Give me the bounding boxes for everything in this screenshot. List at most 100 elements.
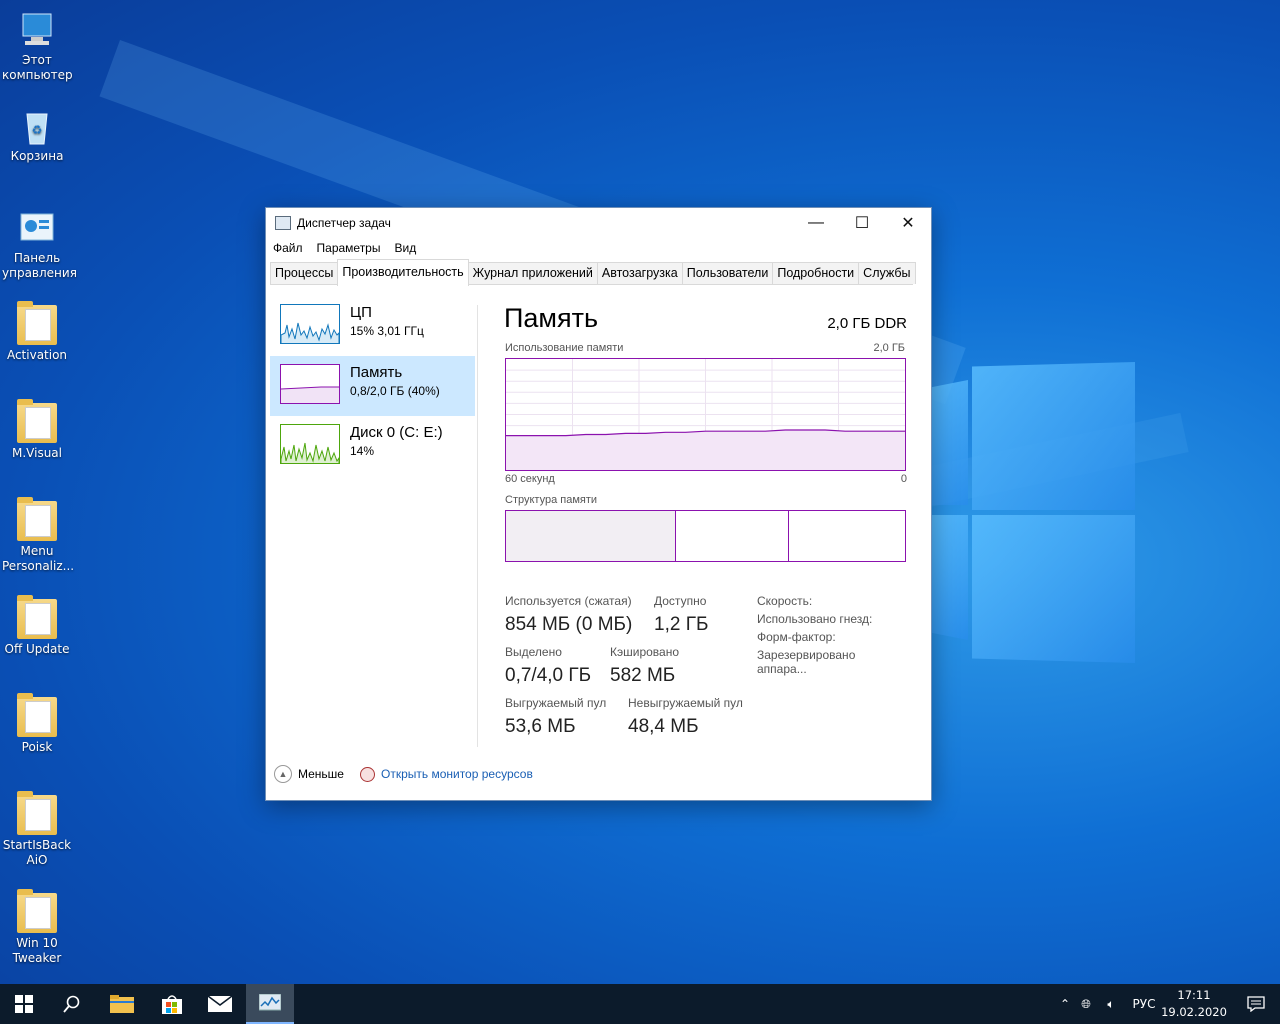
hardware-reserved-label: Зарезервировано аппара... bbox=[757, 648, 856, 676]
form-factor-label: Форм-фактор: bbox=[757, 630, 836, 644]
mail-button[interactable] bbox=[196, 984, 244, 1024]
window-footer: ▲ Меньше Открыть монитор ресурсов bbox=[274, 765, 533, 783]
in-use-label: Используется (сжатая) bbox=[505, 594, 632, 608]
tab-performance[interactable]: Производительность bbox=[337, 259, 469, 286]
close-button[interactable]: ✕ bbox=[885, 208, 931, 238]
folder-icon bbox=[110, 995, 134, 1013]
structure-in-use bbox=[506, 511, 676, 561]
slots-used-label: Использовано гнезд: bbox=[757, 612, 873, 626]
computer-icon bbox=[17, 10, 57, 50]
maximize-button[interactable]: ☐ bbox=[839, 208, 885, 238]
sidebar-item-cpu[interactable]: ЦП 15% 3,01 ГГц bbox=[270, 296, 475, 356]
svg-text:♻: ♻ bbox=[32, 123, 43, 137]
tab-bar: Процессы Производительность Журнал прило… bbox=[270, 259, 916, 286]
volume-icon[interactable]: 🔈︎ bbox=[1098, 997, 1124, 1012]
resource-monitor-icon bbox=[359, 766, 375, 782]
windows-logo-pane bbox=[930, 515, 968, 640]
memory-usage-chart bbox=[506, 359, 905, 470]
store-button[interactable] bbox=[148, 984, 196, 1024]
desktop-icon-label: Poisk bbox=[21, 740, 53, 754]
windows-start-icon bbox=[15, 995, 33, 1013]
start-button[interactable] bbox=[0, 984, 48, 1024]
nonpaged-pool-value: 48,4 МБ bbox=[628, 716, 699, 737]
desktop-icon-mvisual[interactable]: M.Visual bbox=[2, 399, 72, 461]
desktop-icon-label: M.Visual bbox=[12, 446, 62, 460]
task-manager-icon bbox=[259, 994, 281, 1011]
memory-value: 0,8/2,0 ГБ (40%) bbox=[350, 384, 440, 398]
notification-icon bbox=[1247, 996, 1265, 1012]
folder-icon bbox=[17, 791, 57, 835]
clock[interactable]: 17:11 19.02.2020 bbox=[1160, 987, 1228, 1021]
usage-graph-max: 2,0 ГБ bbox=[873, 342, 905, 354]
disk-thumbnail-graph bbox=[280, 424, 340, 464]
taskbar: ⌃ 🌐︎ 🔈︎ РУС 17:11 19.02.2020 bbox=[0, 984, 1280, 1024]
menu-view[interactable]: Вид bbox=[394, 241, 416, 255]
paged-pool-label: Выгружаемый пул bbox=[505, 696, 607, 710]
desktop-icon-label: StartIsBack AiO bbox=[2, 838, 72, 867]
task-manager-window: Диспетчер задач — ☐ ✕ Файл Параметры Вид… bbox=[265, 207, 932, 801]
memory-label: Память bbox=[350, 364, 403, 381]
chevron-up-icon[interactable]: ▲ bbox=[274, 765, 292, 783]
control-panel-icon bbox=[17, 208, 57, 248]
file-explorer-button[interactable] bbox=[98, 984, 146, 1024]
open-resource-monitor-link[interactable]: Открыть монитор ресурсов bbox=[381, 767, 533, 781]
memory-thumbnail-graph bbox=[280, 364, 340, 404]
tab-services[interactable]: Службы bbox=[858, 262, 916, 284]
desktop-icon-off-update[interactable]: Off Update bbox=[2, 595, 72, 657]
sidebar-item-disk[interactable]: Диск 0 (C: E:) 14% bbox=[270, 416, 475, 476]
chevron-up-icon[interactable]: ⌃ bbox=[1056, 997, 1074, 1011]
desktop-icon-label: Этот компьютер bbox=[2, 53, 73, 82]
cpu-value: 15% 3,01 ГГц bbox=[350, 324, 424, 338]
desktop-icon-win10-tweaker[interactable]: Win 10 Tweaker bbox=[2, 889, 72, 966]
desktop-icon-label: Off Update bbox=[4, 642, 70, 656]
desktop-icon-activation[interactable]: Activation bbox=[2, 301, 72, 363]
menu-bar: Файл Параметры Вид bbox=[266, 238, 931, 258]
language-indicator[interactable]: РУС bbox=[1124, 997, 1164, 1011]
menu-file[interactable]: Файл bbox=[273, 241, 303, 255]
notifications-button[interactable] bbox=[1232, 984, 1280, 1024]
sidebar-item-memory[interactable]: Память 0,8/2,0 ГБ (40%) bbox=[270, 356, 475, 416]
desktop-icon-poisk[interactable]: Poisk bbox=[2, 693, 72, 755]
desktop-icon-startisback[interactable]: StartIsBack AiO bbox=[2, 791, 72, 868]
memory-type: 2,0 ГБ DDR bbox=[827, 315, 907, 332]
clock-time: 17:11 bbox=[1177, 988, 1211, 1002]
search-icon bbox=[63, 995, 80, 1013]
search-button[interactable] bbox=[48, 984, 96, 1024]
system-tray: ⌃ 🌐︎ 🔈︎ РУС bbox=[1056, 984, 1164, 1024]
memory-usage-graph bbox=[505, 358, 906, 471]
menu-options[interactable]: Параметры bbox=[317, 241, 381, 255]
desktop-icon-menu-personalizer[interactable]: Menu Personaliz... bbox=[2, 497, 74, 574]
performance-sidebar: ЦП 15% 3,01 ГГц Память 0,8/2,0 ГБ (40%) … bbox=[270, 296, 475, 476]
desktop-icon-recycle-bin[interactable]: ♻ Корзина bbox=[2, 106, 72, 164]
cpu-label: ЦП bbox=[350, 304, 372, 321]
network-icon[interactable]: 🌐︎ bbox=[1074, 997, 1098, 1012]
committed-value: 0,7/4,0 ГБ bbox=[505, 665, 592, 686]
folder-icon bbox=[17, 497, 57, 541]
title-bar[interactable]: Диспетчер задач — ☐ ✕ bbox=[266, 208, 931, 238]
tab-startup[interactable]: Автозагрузка bbox=[596, 262, 683, 284]
desktop-icon-label: Activation bbox=[6, 348, 68, 362]
folder-icon bbox=[17, 301, 57, 345]
store-icon bbox=[162, 995, 182, 1014]
tab-processes[interactable]: Процессы bbox=[270, 262, 339, 284]
structure-label: Структура памяти bbox=[505, 494, 598, 506]
fewer-details-button[interactable]: Меньше bbox=[298, 767, 344, 781]
tab-app-history[interactable]: Журнал приложений bbox=[467, 262, 598, 284]
disk-value: 14% bbox=[350, 444, 375, 458]
tab-details[interactable]: Подробности bbox=[772, 262, 860, 284]
desktop-icon-label: Win 10 Tweaker bbox=[12, 936, 62, 965]
desktop-icon-this-pc[interactable]: Этот компьютер bbox=[2, 10, 73, 83]
cached-value: 582 МБ bbox=[610, 665, 676, 686]
available-value: 1,2 ГБ bbox=[654, 614, 709, 635]
desktop-icon-control-panel[interactable]: Панель управления bbox=[2, 208, 77, 281]
task-manager-taskbar-button[interactable] bbox=[246, 984, 294, 1024]
recycle-bin-icon: ♻ bbox=[17, 106, 57, 146]
folder-icon bbox=[17, 693, 57, 737]
task-manager-icon bbox=[275, 216, 291, 230]
committed-label: Выделено bbox=[505, 645, 562, 659]
pane-divider bbox=[477, 305, 478, 747]
tab-users[interactable]: Пользователи bbox=[681, 262, 774, 284]
minimize-button[interactable]: — bbox=[793, 208, 839, 238]
disk-label: Диск 0 (C: E:) bbox=[350, 424, 443, 441]
nonpaged-pool-label: Невыгружаемый пул bbox=[628, 696, 743, 710]
